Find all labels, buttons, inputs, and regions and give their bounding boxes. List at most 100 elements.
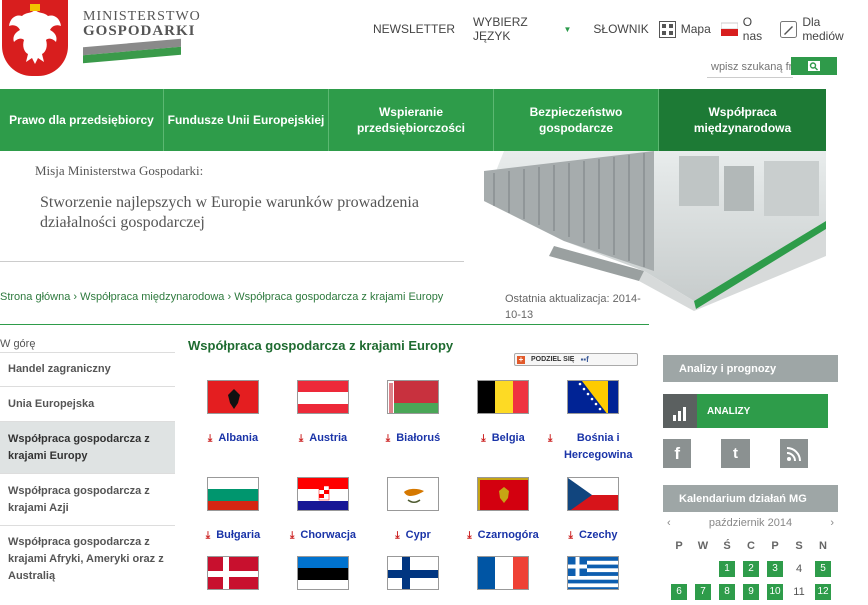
nav-fundusze[interactable]: Fundusze Unii Europejskiej — [164, 89, 329, 151]
analyses-button-label: ANALIZY — [707, 405, 751, 417]
country-albania[interactable]: ⤓ Albania — [188, 380, 278, 447]
about-link[interactable]: O nas — [720, 15, 771, 43]
country-label: Austria — [309, 432, 348, 444]
language-label: WYBIERZ JĘZYK — [473, 15, 528, 43]
calendar-day[interactable]: 2 — [739, 557, 763, 580]
country-bulgaria[interactable]: ⤓ Bułgaria — [188, 477, 278, 544]
breadcrumb-home[interactable]: Strona główna — [0, 291, 70, 303]
sidebar-item-handel[interactable]: Handel zagraniczny — [0, 352, 175, 386]
download-icon: ⤓ — [568, 530, 573, 541]
emblem-logo[interactable] — [2, 0, 68, 76]
albania-flag — [207, 380, 259, 414]
download-icon: ⤓ — [298, 433, 304, 444]
glossary-link[interactable]: SŁOWNIK — [593, 22, 648, 36]
calendar-day[interactable]: 5 — [811, 557, 835, 580]
ministry-wordmark[interactable]: Ministerstwo Gospodarki — [83, 9, 201, 40]
calendar-month-nav: ‹ październik 2014 › — [663, 512, 838, 534]
calendar-day[interactable]: 6 — [667, 580, 691, 603]
sitemap-link[interactable]: Mapa — [658, 20, 711, 38]
nav-wspieranie[interactable]: Wspieranie przedsiębiorczości — [329, 89, 494, 151]
media-link[interactable]: Dla mediów — [780, 15, 858, 43]
plus-icon: + — [517, 354, 525, 364]
country-label: Albania — [218, 432, 259, 444]
greece-flag — [567, 556, 619, 590]
analyses-header: Analizy i prognozy — [663, 355, 838, 382]
search-box — [707, 56, 837, 78]
country-finlandia[interactable] — [368, 556, 458, 590]
calendar-weekday: N — [819, 539, 827, 552]
main-navigation: Prawo dla przedsiębiorcy Fundusze Unii E… — [0, 89, 826, 151]
nav-wspolpraca[interactable]: Współpraca międzynarodowa — [659, 89, 826, 151]
country-dania[interactable] — [188, 556, 278, 590]
country-belgia[interactable]: ⤓ Belgia — [458, 380, 548, 447]
sitemap-icon — [658, 20, 676, 38]
share-button[interactable]: + PODZIEL SIĘ ▪▪f — [514, 353, 638, 366]
logo-line2: Gospodarki — [83, 23, 196, 39]
breadcrumb-current[interactable]: Współpraca gospodarcza z krajami Europy — [234, 291, 443, 303]
language-selector[interactable]: WYBIERZ JĘZYK ▼ — [473, 15, 571, 43]
bosnia-flag — [567, 380, 619, 414]
calendar-day[interactable]: 3 — [763, 557, 787, 580]
about-label: O nas — [742, 15, 763, 43]
divider — [0, 324, 649, 325]
country-label: Białoruś — [396, 432, 441, 444]
calendar-day[interactable]: 9 — [739, 580, 763, 603]
facebook-icon[interactable]: f — [663, 439, 692, 468]
nav-wspolpraca-label: Współpraca międzynarodowa — [693, 105, 792, 135]
sidebar-item-azja[interactable]: Współpraca gospodarcza z krajami Azji — [0, 473, 175, 525]
download-icon: ⤓ — [289, 530, 295, 541]
nav-prawo[interactable]: Prawo dla przedsiębiorcy — [0, 89, 164, 151]
download-icon: ⤓ — [207, 433, 213, 444]
chevron-right-icon[interactable]: › — [830, 517, 834, 529]
denmark-flag — [207, 556, 259, 590]
france-flag — [477, 556, 529, 590]
sidebar: Handel zagraniczny Unia Europejska Współ… — [0, 352, 175, 593]
country-label: Bośnia i Hercegowina — [563, 432, 633, 461]
calendar-day[interactable]: 10 — [763, 580, 787, 603]
calendar-day — [667, 557, 691, 580]
country-czechy[interactable]: ⤓ Czechy — [548, 477, 638, 544]
flag-icon — [720, 21, 738, 38]
pen-icon — [780, 20, 798, 38]
calendar-day[interactable]: 4 — [787, 557, 811, 580]
newsletter-link[interactable]: NEWSLETTER — [373, 22, 455, 36]
search-input[interactable] — [707, 56, 793, 78]
breadcrumb-section[interactable]: Współpraca międzynarodowa — [80, 291, 224, 303]
calendar-day[interactable]: 8 — [715, 580, 739, 603]
country-chorwacja[interactable]: ⤓ Chorwacja — [278, 477, 368, 544]
calendar-weekday: S — [795, 539, 803, 552]
sidebar-up-link[interactable]: W górę — [0, 338, 35, 350]
sidebar-item-ue[interactable]: Unia Europejska — [0, 386, 175, 421]
belgium-flag — [477, 380, 529, 414]
country-cypr[interactable]: ⤓ Cypr — [368, 477, 458, 544]
nav-bezpieczenstwo[interactable]: Bezpieczeństwo gospodarcze — [494, 89, 659, 151]
twitter-icon[interactable]: t — [721, 439, 750, 468]
social-icons: ▪▪f — [580, 355, 589, 364]
calendar-day — [691, 557, 715, 580]
rss-icon[interactable] — [779, 439, 808, 468]
calendar-day[interactable]: 1 — [715, 557, 739, 580]
czech-flag — [567, 477, 619, 511]
country-bialorus[interactable]: ⤓ Białoruś — [368, 380, 458, 447]
mission-text: Stworzenie najlepszych w Europie warunkó… — [40, 194, 419, 231]
calendar-header: Kalendarium działań MG — [663, 485, 838, 512]
sidebar-item-europa[interactable]: Współpraca gospodarcza z krajami Europy — [0, 421, 175, 473]
media-label: Dla mediów — [802, 15, 844, 43]
search-button[interactable] — [791, 57, 837, 75]
cyprus-flag — [387, 477, 439, 511]
country-czarnogora[interactable]: ⤓ Czarnogóra — [458, 477, 548, 544]
sidebar-item-afryka[interactable]: Współpraca gospodarcza z krajami Afryki,… — [0, 525, 175, 593]
country-grecja[interactable] — [548, 556, 638, 590]
country-estonia[interactable] — [278, 556, 368, 590]
country-austria[interactable]: ⤓ Austria — [278, 380, 368, 447]
calendar-day[interactable]: 11 — [787, 580, 811, 603]
montenegro-flag — [477, 477, 529, 511]
calendar-day[interactable]: 12 — [811, 580, 835, 603]
calendar-day[interactable]: 7 — [691, 580, 715, 603]
top-navigation: NEWSLETTER WYBIERZ JĘZYK ▼ SŁOWNIK Mapa … — [373, 15, 868, 43]
analyses-button[interactable]: ANALIZY — [663, 394, 828, 428]
bulgaria-flag — [207, 477, 259, 511]
country-bosnia[interactable]: ⤓ Bośnia i Hercegowina — [548, 380, 638, 464]
chevron-left-icon[interactable]: ‹ — [667, 517, 671, 529]
country-francja[interactable] — [458, 556, 548, 590]
